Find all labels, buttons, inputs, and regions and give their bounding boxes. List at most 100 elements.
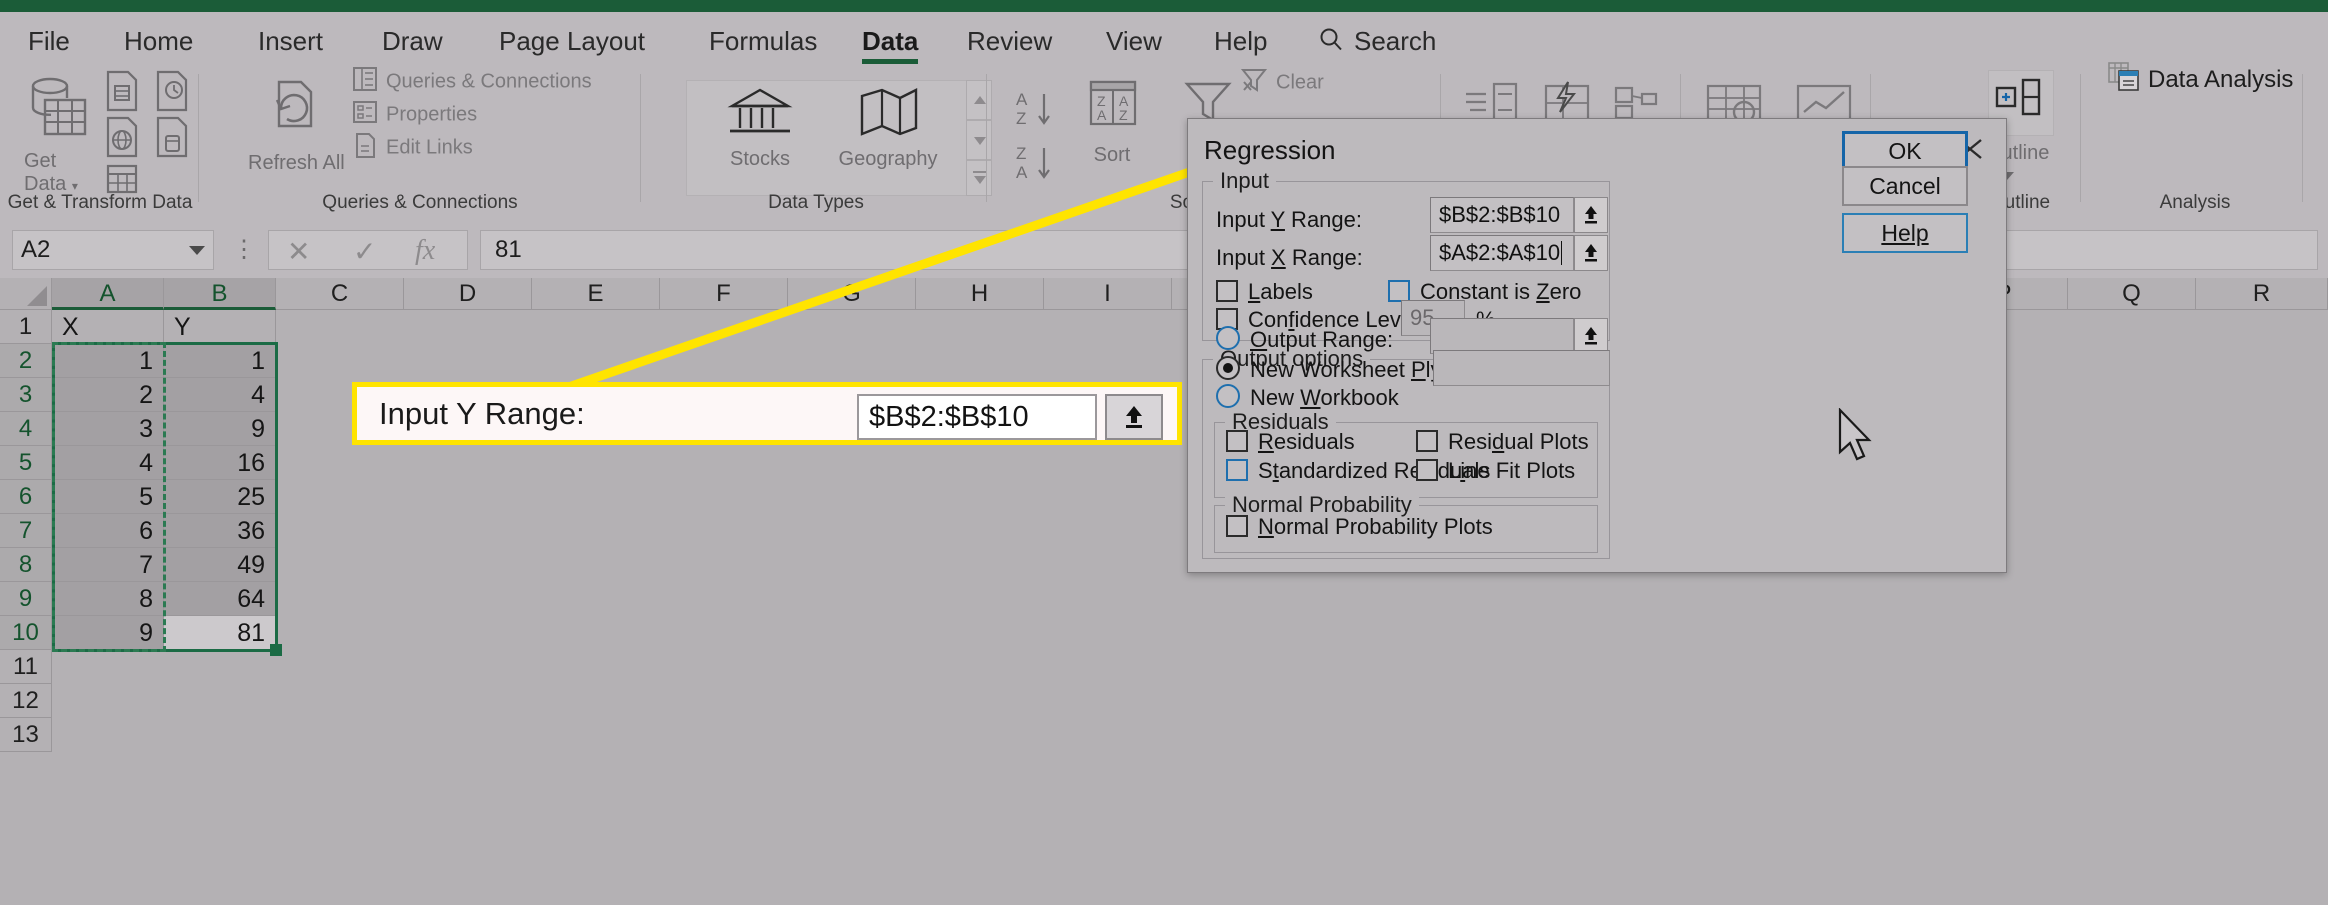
labels-checkbox[interactable] [1216,280,1238,302]
cell-a4[interactable]: 3 [52,412,164,446]
input-y-range-field[interactable]: $B$2:$B$10 [1430,197,1574,233]
column-header-h[interactable]: H [916,278,1044,310]
fx-icon[interactable]: fx [415,235,435,267]
input-x-range-field[interactable]: $A$2:$A$10 [1430,235,1574,271]
close-icon[interactable]: ✕ [287,235,310,268]
row-header-7[interactable]: 7 [0,514,52,548]
cell-b10[interactable]: 81 [164,616,276,650]
sort-ascending-button[interactable]: AZ [1010,86,1058,140]
column-header-b[interactable]: B [164,278,276,310]
tab-data[interactable]: Data [848,20,932,64]
name-box[interactable]: A2 [12,230,214,270]
cell-a3[interactable]: 2 [52,378,164,412]
row-header-10[interactable]: 10 [0,616,52,650]
queries-connections-button[interactable]: Queries & Connections [352,66,592,98]
chevron-down-icon[interactable] [189,245,205,255]
column-header-q[interactable]: Q [2068,278,2196,310]
collapse-dialog-icon[interactable] [1105,394,1163,440]
residual-plots-checkbox[interactable] [1416,430,1438,452]
input-y-collapse-dialog-icon[interactable] [1574,197,1608,233]
standardized-residuals-checkbox[interactable] [1226,459,1248,481]
tab-formulas[interactable]: Formulas [695,20,831,62]
cell-b2[interactable]: 1 [164,344,276,378]
tab-help[interactable]: Help [1200,20,1281,62]
cell-b4[interactable]: 9 [164,412,276,446]
cell-b5[interactable]: 16 [164,446,276,480]
cell-a5[interactable]: 4 [52,446,164,480]
cell-a2[interactable]: 1 [52,344,164,378]
constant-is-zero-checkbox[interactable] [1388,280,1410,302]
line-fit-plots-checkbox[interactable] [1416,459,1438,481]
cell-b7[interactable]: 36 [164,514,276,548]
datatypes-more-button[interactable] [966,160,992,196]
from-text-csv-button[interactable] [102,70,142,118]
cell-a7[interactable]: 6 [52,514,164,548]
column-header-e[interactable]: E [532,278,660,310]
residuals-checkbox[interactable] [1226,430,1248,452]
clear-filter-button[interactable]: Clear [1240,66,1324,100]
output-range-radio[interactable] [1216,326,1240,350]
row-header-5[interactable]: 5 [0,446,52,480]
row-header-12[interactable]: 12 [0,684,52,718]
data-analysis-button[interactable]: Data Analysis [2108,62,2293,99]
column-header-d[interactable]: D [404,278,532,310]
edit-links-button[interactable]: Edit Links [352,132,473,164]
cell-a9[interactable]: 8 [52,582,164,616]
tab-page-layout[interactable]: Page Layout [485,20,659,62]
new-workbook-radio[interactable] [1216,384,1240,408]
formula-bar-options-icon[interactable]: ⋮ [232,238,256,262]
tab-file[interactable]: File [14,20,84,62]
recent-sources-button[interactable] [152,70,192,118]
column-header-r[interactable]: R [2196,278,2328,310]
row-header-13[interactable]: 13 [0,718,52,752]
normal-probability-plots-checkbox[interactable] [1226,515,1248,537]
from-web-button[interactable] [102,116,142,164]
cancel-button[interactable]: Cancel [1842,166,1968,206]
output-range-collapse-dialog-icon[interactable] [1574,318,1608,354]
sort-descending-button[interactable]: ZA [1010,140,1058,194]
properties-button[interactable]: Properties [352,99,477,131]
get-data-button[interactable] [18,74,98,152]
cell-b6[interactable]: 25 [164,480,276,514]
search-box[interactable]: Search [1318,20,1436,62]
cell-a1[interactable]: X [52,310,164,344]
cell-a6[interactable]: 5 [52,480,164,514]
datatypes-scroll-down[interactable] [966,120,992,160]
tab-insert[interactable]: Insert [244,20,337,62]
sort-button[interactable]: ZAAZ Sort [1072,74,1152,167]
cell-a10[interactable]: 9 [52,616,164,650]
column-header-g[interactable]: G [788,278,916,310]
cell-b1[interactable]: Y [164,310,276,344]
tab-draw[interactable]: Draw [368,20,457,62]
column-header-f[interactable]: F [660,278,788,310]
tab-review[interactable]: Review [953,20,1066,62]
row-header-6[interactable]: 6 [0,480,52,514]
tab-view[interactable]: View [1092,20,1176,62]
output-range-field[interactable] [1430,318,1574,354]
help-button[interactable]: Help [1842,213,1968,253]
refresh-all-button[interactable]: Refresh All [248,74,345,175]
cell-b8[interactable]: 49 [164,548,276,582]
row-header-9[interactable]: 9 [0,582,52,616]
row-header-3[interactable]: 3 [0,378,52,412]
row-header-8[interactable]: 8 [0,548,52,582]
callout-value[interactable]: $B$2:$B$10 [857,394,1097,440]
cell-a8[interactable]: 7 [52,548,164,582]
stocks-button[interactable]: Stocks [700,84,820,171]
new-worksheet-ply-radio[interactable] [1216,356,1240,380]
column-header-c[interactable]: C [276,278,404,310]
cell-b9[interactable]: 64 [164,582,276,616]
check-icon[interactable]: ✓ [353,235,376,268]
row-header-2[interactable]: 2 [0,344,52,378]
row-header-11[interactable]: 11 [0,650,52,684]
existing-connections-button[interactable] [152,116,192,164]
column-header-a[interactable]: A [52,278,164,310]
column-header-i[interactable]: I [1044,278,1172,310]
new-worksheet-ply-field[interactable] [1433,350,1610,386]
row-header-1[interactable]: 1 [0,310,52,344]
ok-button[interactable]: OK [1842,131,1968,171]
tab-home[interactable]: Home [110,20,207,62]
datatypes-scroll-up[interactable] [966,80,992,120]
cell-b3[interactable]: 4 [164,378,276,412]
select-all-corner[interactable] [0,278,52,310]
